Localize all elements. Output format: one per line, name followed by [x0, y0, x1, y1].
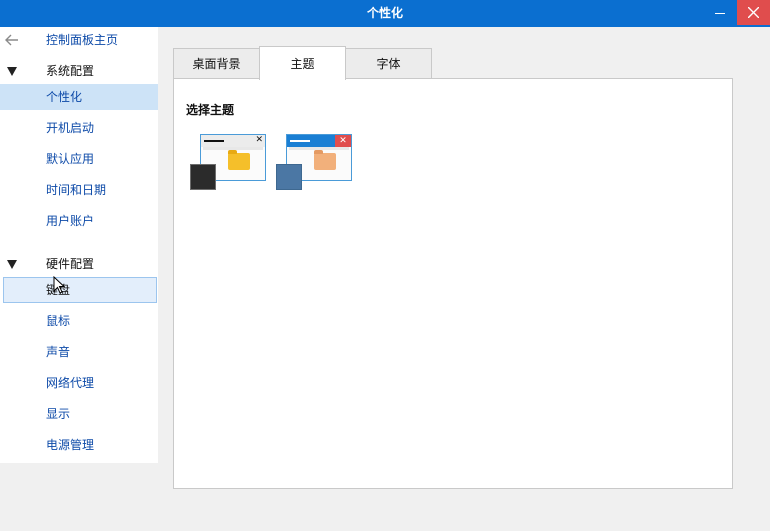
group-label-hardware: 硬件配置 — [46, 257, 95, 271]
sidebar-item-label: 电源管理 — [46, 438, 95, 452]
control-panel-home-link[interactable]: 控制面板主页 — [46, 27, 118, 53]
sidebar-item-default-apps[interactable]: 默认应用 — [0, 146, 158, 172]
group-header-system[interactable]: 系统配置 — [0, 58, 158, 84]
preview-close-icon: ✕ — [255, 135, 263, 145]
title-bar: 个性化 — [0, 0, 770, 27]
preview-close-icon: ✕ — [335, 135, 351, 147]
preview-titlebar: ✕ — [287, 135, 351, 147]
sidebar-item-label: 个性化 — [46, 90, 83, 104]
tab-theme[interactable]: 主题 — [259, 46, 346, 80]
collapse-triangle-icon[interactable] — [7, 67, 17, 76]
sidebar-item-power-management[interactable]: 电源管理 — [0, 432, 158, 458]
sidebar-footer-area — [0, 463, 158, 531]
mouse-cursor-icon — [53, 276, 65, 294]
theme-color-swatch — [190, 164, 216, 190]
sidebar-item-label: 声音 — [46, 345, 71, 359]
sidebar-item-display[interactable]: 显示 — [0, 401, 158, 427]
sidebar-item-label: 鼠标 — [46, 314, 71, 328]
close-icon — [748, 7, 759, 18]
group-header-hardware[interactable]: 硬件配置 — [0, 251, 158, 277]
group-label-system: 系统配置 — [46, 64, 95, 78]
sidebar-item-label: 显示 — [46, 407, 71, 421]
sidebar-item-user-accounts[interactable]: 用户账户 — [0, 208, 158, 234]
sidebar-back-row[interactable]: 控制面板主页 — [0, 27, 158, 53]
theme-color-swatch — [276, 164, 302, 190]
section-title: 选择主题 — [186, 103, 235, 117]
sidebar-item-label: 开机启动 — [46, 121, 95, 135]
sidebar-item-date-time[interactable]: 时间和日期 — [0, 177, 158, 203]
sidebar-item-label: 网络代理 — [46, 376, 95, 390]
preview-titlebar: ✕ — [201, 135, 265, 147]
tab-panel: 选择主题 ✕ ✕ — [173, 78, 733, 489]
sidebar-item-label: 时间和日期 — [46, 183, 107, 197]
sidebar-item-label: 默认应用 — [46, 152, 95, 166]
close-button[interactable] — [737, 0, 770, 25]
sidebar-item-keyboard[interactable]: 键盘 — [3, 277, 157, 303]
minimize-button[interactable] — [705, 0, 735, 27]
theme-option-blue[interactable]: ✕ — [276, 134, 356, 194]
folder-icon — [228, 150, 250, 170]
tab-desktop-background[interactable]: 桌面背景 — [173, 48, 260, 79]
preview-title-line — [204, 140, 224, 142]
sidebar-item-network-proxy[interactable]: 网络代理 — [0, 370, 158, 396]
preview-title-line — [290, 140, 310, 142]
sidebar-item-label: 用户账户 — [46, 214, 95, 228]
theme-option-dark[interactable]: ✕ — [190, 134, 270, 194]
folder-icon — [314, 150, 336, 170]
tab-font[interactable]: 字体 — [345, 48, 432, 79]
collapse-triangle-icon[interactable] — [7, 260, 17, 269]
main-content: 桌面背景 主题 字体 选择主题 ✕ ✕ — [158, 27, 770, 531]
sidebar-item-mouse[interactable]: 鼠标 — [0, 308, 158, 334]
sidebar-item-sound[interactable]: 声音 — [0, 339, 158, 365]
window-title: 个性化 — [366, 6, 403, 20]
sidebar: 控制面板主页 系统配置 个性化 开机启动 默认应用 时间和日期 用户账户 硬件配… — [0, 27, 158, 531]
sidebar-item-startup[interactable]: 开机启动 — [0, 115, 158, 141]
back-arrow-icon[interactable] — [4, 33, 20, 47]
sidebar-item-personalization[interactable]: 个性化 — [0, 84, 158, 110]
